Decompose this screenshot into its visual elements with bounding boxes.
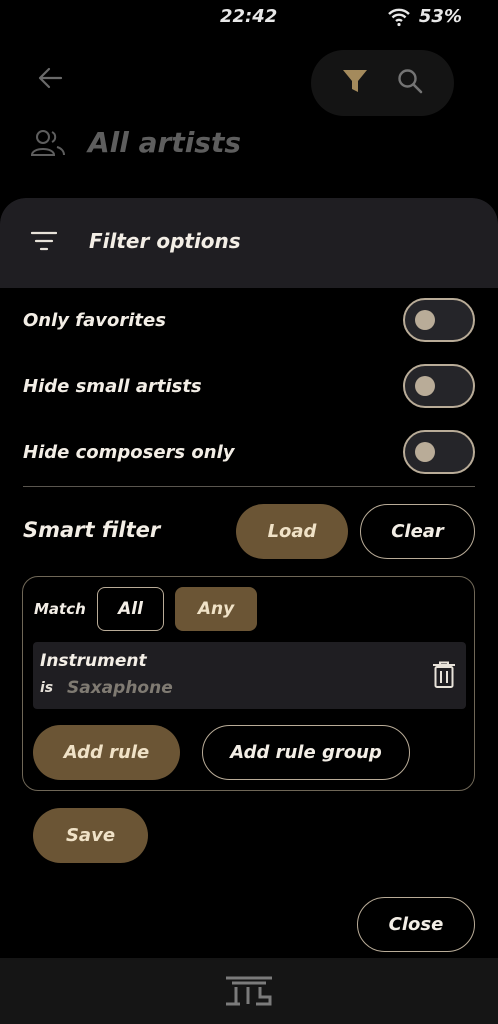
toggle-label: Hide composers only xyxy=(23,441,235,463)
toggle-row-hide-composers: Hide composers only xyxy=(23,430,475,474)
people-icon xyxy=(30,129,65,156)
delete-rule-button[interactable] xyxy=(432,661,456,689)
sort-lines-icon xyxy=(31,231,57,251)
smart-filter-label: Smart filter xyxy=(23,518,161,542)
sheet-title: Filter options xyxy=(89,229,241,253)
wifi-icon xyxy=(388,8,410,26)
toggle-label: Only favorites xyxy=(23,309,166,331)
match-all-button[interactable]: All xyxy=(97,587,164,631)
divider xyxy=(23,486,475,487)
rule-card[interactable]: Instrument is Saxaphone xyxy=(33,642,466,709)
page-header: All artists xyxy=(30,126,241,159)
bottom-bar xyxy=(0,958,498,1024)
sheet-header: Filter options xyxy=(0,198,498,288)
battery-level: 53% xyxy=(418,6,462,27)
match-any-button[interactable]: Any xyxy=(175,587,257,631)
toggle-row-only-favorites: Only favorites xyxy=(23,298,475,342)
hide-small-artists-switch[interactable] xyxy=(403,364,475,408)
add-rule-group-button[interactable]: Add rule group xyxy=(202,725,410,780)
rule-field: Instrument xyxy=(40,651,147,671)
arrow-left-icon xyxy=(38,67,63,89)
back-button[interactable] xyxy=(30,60,70,96)
status-right: 53% xyxy=(387,6,462,27)
filter-button[interactable] xyxy=(342,68,368,98)
page-title: All artists xyxy=(88,126,242,159)
switch-knob xyxy=(415,310,435,330)
rules-box: Match All Any Instrument is Saxaphone Ad… xyxy=(22,576,475,791)
clear-button[interactable]: Clear xyxy=(360,504,475,559)
search-icon xyxy=(398,69,423,94)
add-rule-button[interactable]: Add rule xyxy=(33,725,180,780)
status-bar: 22:42 53% xyxy=(0,0,498,34)
load-button[interactable]: Load xyxy=(236,504,348,559)
toggle-label: Hide small artists xyxy=(23,375,202,397)
toggle-row-hide-small-artists: Hide small artists xyxy=(23,364,475,408)
status-time: 22:42 xyxy=(220,6,278,27)
rule-operator: is xyxy=(40,680,54,696)
hide-composers-switch[interactable] xyxy=(403,430,475,474)
save-button[interactable]: Save xyxy=(33,808,148,863)
switch-knob xyxy=(415,442,435,462)
toolbar-actions xyxy=(311,50,454,116)
filter-icon xyxy=(342,70,367,92)
rule-value: Saxaphone xyxy=(67,678,173,698)
search-button[interactable] xyxy=(397,68,423,98)
filter-sheet: Filter options Only favorites Hide small… xyxy=(0,198,498,958)
close-button[interactable]: Close xyxy=(357,897,475,952)
app-logo-icon xyxy=(226,976,272,1006)
only-favorites-switch[interactable] xyxy=(403,298,475,342)
trash-icon xyxy=(433,661,455,688)
switch-knob xyxy=(415,376,435,396)
match-label: Match xyxy=(34,600,86,618)
